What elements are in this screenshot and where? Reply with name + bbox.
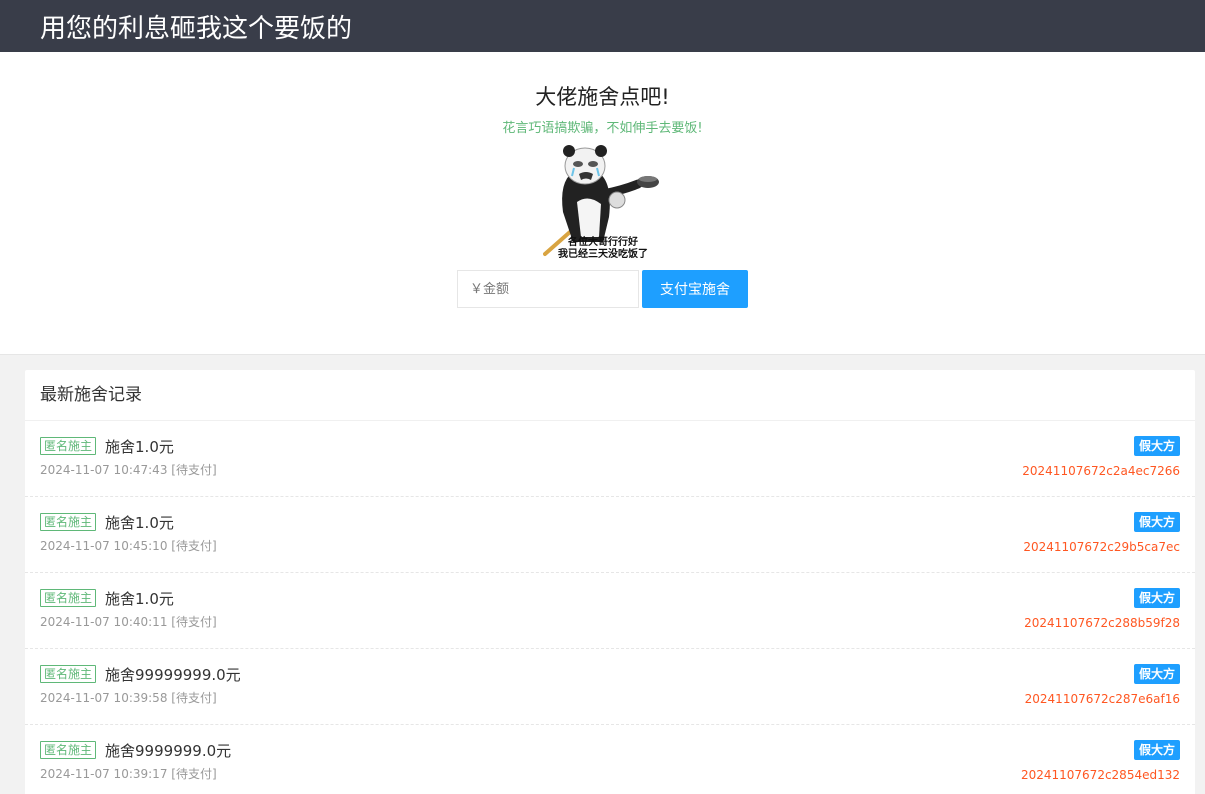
alipay-donate-button[interactable]: 支付宝施舍 (642, 270, 748, 308)
generosity-badge: 假大方 (1133, 664, 1180, 684)
record-time: 2024-11-07 10:39:17 (40, 767, 168, 781)
records-panel: 最新施舍记录 匿名施主 施舍1.0元 2024-11-07 10:47:43 [… (25, 370, 1195, 794)
donor-badge: 匿名施主 (40, 741, 97, 759)
record-amount: 施舍1.0元 (105, 589, 174, 608)
image-caption-line1: 各位大哥行行好 (567, 235, 638, 248)
record-status: [待支付] (171, 463, 217, 477)
record-item: 匿名施主 施舍1.0元 2024-11-07 10:47:43 [待支付] 假大… (25, 421, 1195, 497)
record-time: 2024-11-07 10:47:43 (40, 463, 168, 477)
generosity-badge: 假大方 (1133, 740, 1180, 760)
record-amount: 施舍1.0元 (105, 513, 174, 532)
record-time: 2024-11-07 10:45:10 (40, 539, 168, 553)
record-amount: 施舍9999999.0元 (105, 741, 232, 760)
record-meta: 2024-11-07 10:39:58 [待支付] (40, 690, 1180, 706)
record-item: 匿名施主 施舍9999999.0元 2024-11-07 10:39:17 [待… (25, 725, 1195, 794)
panda-meme-illustration: 各位大哥行行好 我已经三天没吃饭了 (542, 142, 663, 260)
record-time: 2024-11-07 10:40:11 (40, 615, 168, 629)
record-item: 匿名施主 施舍99999999.0元 2024-11-07 10:39:58 [… (25, 649, 1195, 725)
donation-hero: 大佬施舍点吧! 花言巧语搞欺骗，不如伸手去要饭! 各位大哥行行好 我已经三天没吃… (0, 52, 1205, 355)
donor-badge: 匿名施主 (40, 665, 97, 683)
generosity-badge: 假大方 (1133, 512, 1180, 532)
record-meta: 2024-11-07 10:47:43 [待支付] (40, 462, 1180, 478)
record-meta: 2024-11-07 10:40:11 [待支付] (40, 614, 1180, 630)
record-meta: 2024-11-07 10:45:10 [待支付] (40, 538, 1180, 554)
record-amount: 施舍1.0元 (105, 437, 174, 456)
generosity-badge: 假大方 (1133, 436, 1180, 456)
order-number: 20241107672c2a4ec7266 (1022, 464, 1180, 478)
top-bar: 用您的利息砸我这个要饭的 (0, 0, 1205, 52)
record-status: [待支付] (171, 691, 217, 705)
record-item: 匿名施主 施舍1.0元 2024-11-07 10:40:11 [待支付] 假大… (25, 573, 1195, 649)
hero-title: 大佬施舍点吧! (535, 85, 670, 109)
order-number: 20241107672c288b59f28 (1024, 616, 1180, 630)
donor-badge: 匿名施主 (40, 513, 97, 531)
record-item: 匿名施主 施舍1.0元 2024-11-07 10:45:10 [待支付] 假大… (25, 497, 1195, 573)
record-status: [待支付] (171, 539, 217, 553)
donor-badge: 匿名施主 (40, 589, 97, 607)
order-number: 20241107672c29b5ca7ec (1023, 540, 1180, 554)
payment-form: 支付宝施舍 (0, 270, 1205, 308)
hero-subtitle: 花言巧语搞欺骗，不如伸手去要饭! (502, 121, 703, 136)
record-status: [待支付] (171, 767, 217, 781)
order-number: 20241107672c287e6af16 (1024, 692, 1180, 706)
record-status: [待支付] (171, 615, 217, 629)
site-title: 用您的利息砸我这个要饭的 (40, 13, 353, 44)
amount-input[interactable] (457, 270, 639, 308)
record-meta: 2024-11-07 10:39:17 [待支付] (40, 766, 1180, 782)
generosity-badge: 假大方 (1133, 588, 1180, 608)
record-amount: 施舍99999999.0元 (105, 665, 241, 684)
donor-badge: 匿名施主 (40, 437, 97, 455)
record-time: 2024-11-07 10:39:58 (40, 691, 168, 705)
order-number: 20241107672c2854ed132 (1020, 768, 1180, 782)
image-caption-line2: 我已经三天没吃饭了 (558, 247, 648, 260)
records-panel-title: 最新施舍记录 (25, 370, 1195, 421)
begging-panda-image: 各位大哥行行好 我已经三天没吃饭了 (542, 142, 663, 260)
